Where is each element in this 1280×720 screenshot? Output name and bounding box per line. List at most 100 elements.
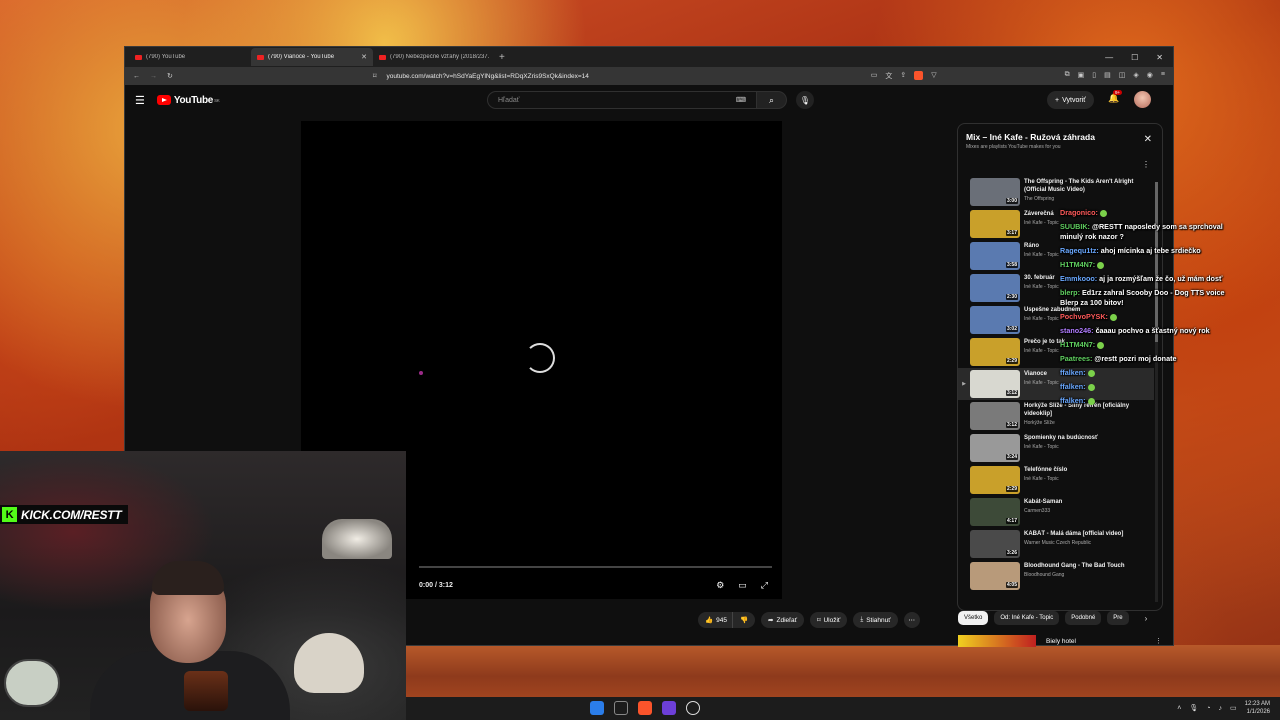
dislike-button[interactable]: 👎 [731,612,756,628]
like-count: 945 [716,616,727,624]
playlist-item[interactable]: 3:00 The Offspring - The Kids Aren't Alri… [958,176,1154,208]
video-meta: Telefónne číslo Iné Kafe - Topic [1024,466,1140,482]
kebab-menu-icon[interactable]: ⋮ [1155,637,1162,645]
video-title: Kabát-Šaman [1024,499,1063,505]
channel-name: Iné Kafe - Topic [1024,476,1059,482]
close-icon[interactable]: ✕ [1144,134,1152,145]
youtube-favicon-icon [135,54,142,60]
more-horizontal-icon: ⋯ [908,617,915,624]
microphone-icon: 🎙 [799,95,811,105]
playlist-item[interactable]: 4:17 Kabát-Šaman Carmen333 [958,496,1154,528]
download-button[interactable]: ⤓ Stiahnuť [853,612,898,628]
like-button[interactable]: 👍 945 [698,612,732,628]
chat-username: ffalken: [1060,368,1086,377]
minimize-button[interactable]: — [1105,53,1113,62]
kebab-menu-icon[interactable]: ⋮ [1142,160,1150,169]
fullscreen-icon[interactable]: ⤢ [761,580,768,591]
share-icon[interactable]: ⇪ [900,71,906,81]
chevron-up-icon[interactable]: ˄ [1177,705,1181,712]
hamburger-menu-icon[interactable]: ☰ [135,94,145,107]
now-playing-icon: ▶ [962,381,966,387]
url-field[interactable]: youtube.com/watch?v=hSdYaEgYlNg&list=RDq… [386,73,860,80]
install-app-icon[interactable]: ▭ [871,71,878,81]
forward-icon[interactable]: → [150,73,157,80]
maximize-button[interactable]: ☐ [1131,53,1138,62]
screenshot-icon[interactable]: ▣ [1078,71,1085,81]
reading-list-icon[interactable]: ▤ [1104,71,1111,81]
theater-mode-icon[interactable]: ▭ [738,580,747,591]
create-button[interactable]: + Vytvoriť [1047,91,1094,109]
chat-message: Emmkooo: aj ja rozmýšľam že čo, už mám d… [1060,274,1230,284]
recommended-video[interactable]: Biely hotel ⋮ [958,635,1162,647]
browser-tab[interactable]: (790) Nebezpečné vzťahy (2018/237... [373,48,495,66]
steam-app-icon[interactable] [686,701,700,715]
chip-related[interactable]: Podobné [1065,611,1102,625]
reload-icon[interactable]: ↻ [167,72,173,80]
search-button[interactable]: ⌕ [757,91,787,109]
account-avatar[interactable] [1134,91,1151,108]
playlist-item[interactable]: 4:05 Bloodhound Gang - The Bad Touch Blood… [958,560,1154,592]
settings-gear-icon[interactable]: ⚙ [716,580,724,591]
menu-icon[interactable]: ≡ [1161,71,1165,81]
video-meta: KABÁT - Malá dáma [official video] Warner… [1024,530,1140,546]
filter-chips: Všetko Od: Iné Kafe - Topic Podobné Pre … [958,611,1147,625]
more-actions-button[interactable]: ⋯ [903,612,920,628]
browser-tab-active[interactable]: (790) Vianoce - YouTube ✕ [251,48,373,66]
chip-from-channel[interactable]: Od: Iné Kafe - Topic [994,611,1060,625]
search-input[interactable]: Hľadať ⌨ [487,91,757,109]
drag-handle [958,434,970,445]
video-title: The Offspring - The Kids Aren't Alright … [1024,179,1134,193]
notifications-button[interactable]: 🔔 9+ [1108,90,1123,104]
playlist-item[interactable]: 3:26 KABÁT - Malá dáma [official video] Wa… [958,528,1154,560]
task-view-icon[interactable] [614,701,628,715]
drag-handle [958,274,970,285]
keyboard-icon[interactable]: ⌨ [736,96,746,104]
back-icon[interactable]: ← [133,73,140,80]
speaker-icon[interactable]: ♪ [1219,705,1223,712]
share-button[interactable]: ➦ Zdieľať [761,612,805,628]
recommended-title: Biely hotel [1046,637,1076,645]
voice-search-button[interactable]: 🎙 [796,91,814,109]
close-window-button[interactable]: ✕ [1156,53,1163,62]
drag-handle [958,466,970,477]
video-thumbnail: 2:29 [970,466,1020,494]
rewards-icon[interactable]: ▽ [931,71,936,81]
video-thumbnail: 3:17 [970,210,1020,238]
translate-icon[interactable]: 文 [885,71,892,81]
windows-start-icon[interactable] [590,701,604,715]
clock[interactable]: 12:23 AM 1/1/2026 [1245,700,1270,716]
obs-app-icon[interactable] [662,701,676,715]
chip-for-you[interactable]: Pre [1107,611,1129,625]
wifi-icon[interactable]: ◔ [1206,705,1210,712]
channel-name: The Offspring [1024,196,1055,202]
chip-all[interactable]: Všetko [958,611,989,625]
video-progress-bar[interactable] [419,566,772,568]
chat-username: stano246: [1060,326,1094,335]
video-thumbnail: 3:24 [970,434,1020,462]
browser-tab[interactable]: (790) YouTube [129,48,251,66]
microphone-tray-icon[interactable]: 🎙 [1189,704,1198,712]
brave-browser-icon[interactable] [638,701,652,715]
wallet-icon[interactable]: ◫ [1119,71,1126,81]
emote-icon [1097,261,1105,269]
chat-username: PochvoPYSK: [1060,312,1108,321]
tab-close-icon[interactable]: ✕ [361,53,367,61]
sidebar-icon[interactable]: ▯ [1092,71,1096,81]
extensions-icon[interactable]: ⧉ [1065,71,1070,81]
youtube-logo[interactable]: YouTube SK [156,95,220,106]
save-button[interactable]: ⌑ Uložiť [810,612,848,628]
playlist-item[interactable]: 2:29 Telefónne číslo Iné Kafe - Topic [958,464,1154,496]
battery-icon[interactable]: ▭ [1230,704,1237,712]
video-meta: The Offspring - The Kids Aren't Alright … [1024,178,1140,202]
bookmark-icon[interactable]: ⌑ [373,72,377,80]
chat-message: stano246: čaaau pochvo a šťastný nový ro… [1060,326,1230,336]
vpn-icon[interactable]: ◈ [1133,71,1138,81]
brave-shields-icon[interactable] [914,71,924,80]
video-thumbnail: 2:29 [970,338,1020,366]
video-title: Spomienky na budúcnosť [1024,435,1098,441]
loading-spinner-icon [525,343,555,373]
new-tab-button[interactable]: + [499,52,505,63]
playlist-item[interactable]: 3:24 Spomienky na budúcnosť Iné Kafe - Top… [958,432,1154,464]
chevron-right-icon[interactable]: › [1145,614,1148,623]
profile-icon[interactable]: ◉ [1147,71,1153,81]
